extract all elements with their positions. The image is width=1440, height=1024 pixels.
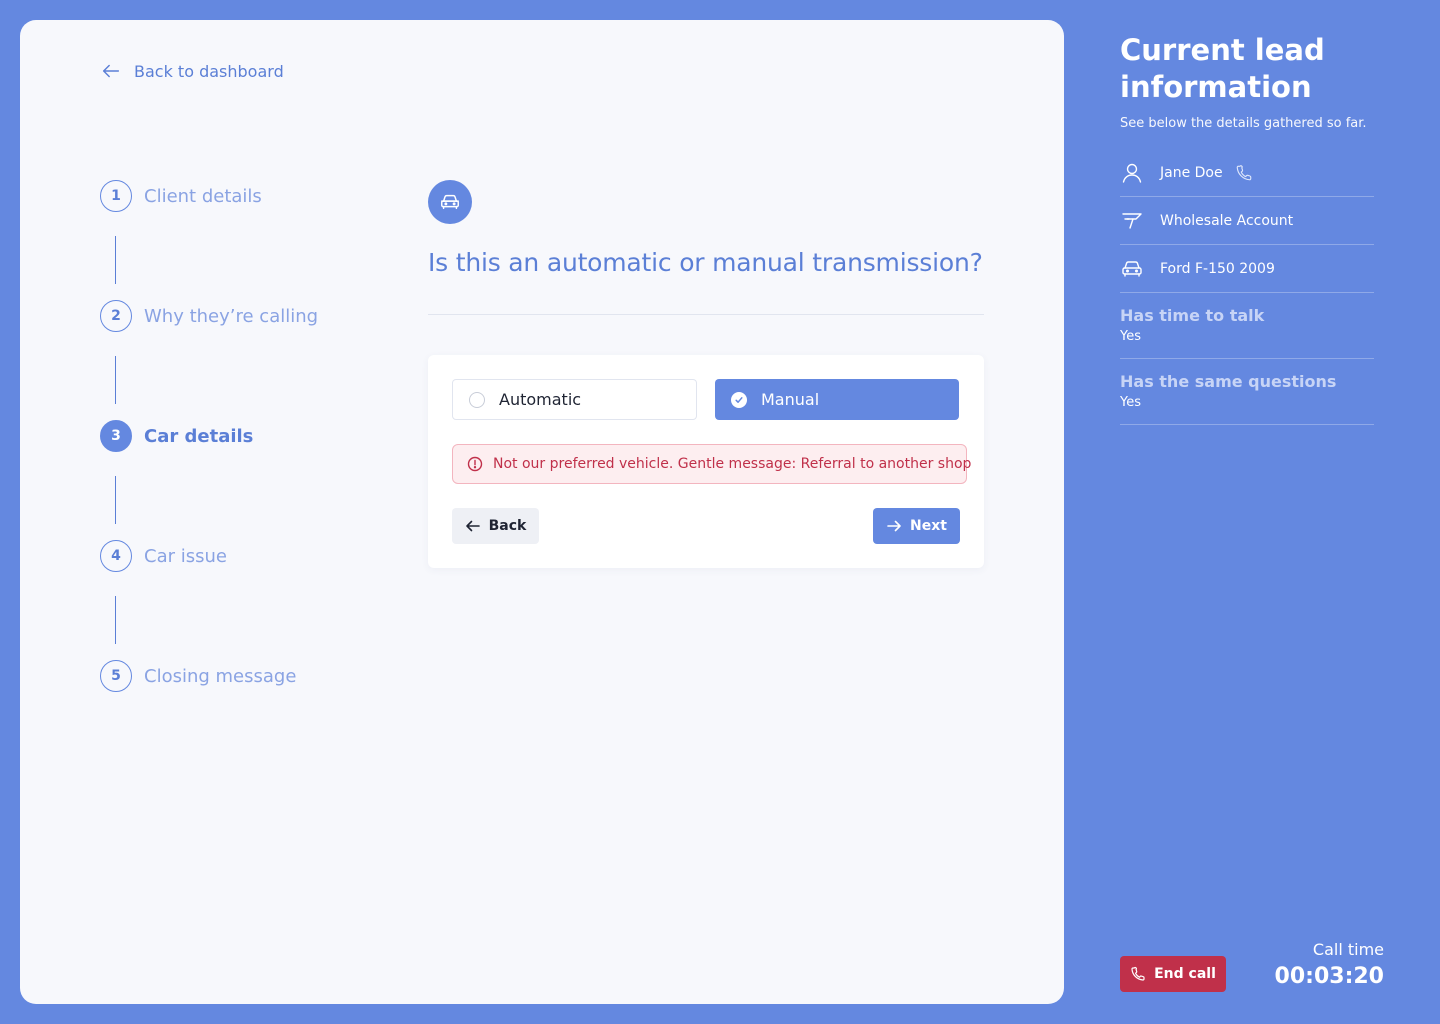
tag-icon xyxy=(1122,212,1142,229)
arrow-left-icon xyxy=(465,520,480,532)
option-automatic[interactable]: Automatic xyxy=(452,379,697,420)
next-button[interactable]: Next xyxy=(873,508,960,544)
vehicle: Ford F-150 2009 xyxy=(1160,260,1275,277)
lead-info-list: Jane Doe Wholesale Account Ford F-150 20… xyxy=(1120,149,1374,425)
lead-question: Has time to talk xyxy=(1120,306,1265,325)
back-to-dashboard-link[interactable]: Back to dashboard xyxy=(100,60,284,82)
account-type: Wholesale Account xyxy=(1160,212,1294,229)
back-button[interactable]: Back xyxy=(452,508,539,544)
phone-icon[interactable] xyxy=(1235,164,1253,182)
step-number: 4 xyxy=(100,540,132,572)
lead-info-sidebar: Current lead information See below the d… xyxy=(1120,32,1374,425)
step-connector xyxy=(115,356,116,404)
back-to-dashboard-label: Back to dashboard xyxy=(134,61,284,81)
alert-circle-icon xyxy=(467,456,483,472)
referral-alert: Not our preferred vehicle. Gentle messag… xyxy=(452,444,971,484)
step-label: Car issue xyxy=(144,545,227,567)
option-label: Manual xyxy=(761,390,820,409)
lead-contact-row: Jane Doe xyxy=(1120,149,1374,197)
step-car-details[interactable]: 3 Car details xyxy=(100,420,253,452)
option-manual[interactable]: Manual xyxy=(715,379,959,420)
step-client-details[interactable]: 1 Client details xyxy=(100,180,262,212)
back-button-label: Back xyxy=(488,518,527,534)
step-why-calling[interactable]: 2 Why they’re calling xyxy=(100,300,318,332)
lead-question: Has the same questions xyxy=(1120,372,1337,391)
question-title: Is this an automatic or manual transmiss… xyxy=(428,248,983,277)
radio-unchecked-icon xyxy=(469,391,485,408)
contact-name: Jane Doe xyxy=(1160,164,1223,181)
step-label: Client details xyxy=(144,185,262,207)
call-time-label: Call time xyxy=(1312,940,1384,959)
divider xyxy=(428,314,984,315)
sidebar-subtitle: See below the details gathered so far. xyxy=(1120,116,1367,131)
step-number: 5 xyxy=(100,660,132,692)
step-closing-message[interactable]: 5 Closing message xyxy=(100,660,296,692)
step-number: 1 xyxy=(100,180,132,212)
car-badge xyxy=(428,180,472,224)
step-connector xyxy=(115,476,116,524)
step-label: Closing message xyxy=(144,665,297,687)
alert-text: Not our preferred vehicle. Gentle messag… xyxy=(493,456,972,472)
lead-answer-row: Has the same questions Yes xyxy=(1120,359,1374,425)
step-number: 2 xyxy=(100,300,132,332)
lead-answer-row: Has time to talk Yes xyxy=(1120,293,1374,359)
main-card: Back to dashboard 1 Client details 2 Why… xyxy=(20,20,1064,1004)
lead-answer: Yes xyxy=(1120,395,1141,410)
step-number: 3 xyxy=(100,420,132,452)
lead-vehicle-row: Ford F-150 2009 xyxy=(1120,245,1374,293)
step-connector xyxy=(115,236,116,284)
end-call-button[interactable]: End call xyxy=(1120,956,1226,992)
step-label: Car details xyxy=(144,425,254,447)
lead-answer: Yes xyxy=(1120,329,1141,344)
step-car-issue[interactable]: 4 Car issue xyxy=(100,540,227,572)
end-call-label: End call xyxy=(1154,966,1216,982)
next-button-label: Next xyxy=(910,518,947,534)
lead-account-row: Wholesale Account xyxy=(1120,197,1374,245)
user-icon xyxy=(1122,163,1142,183)
sidebar-title: Current lead information xyxy=(1120,33,1325,104)
car-icon xyxy=(1122,260,1142,277)
call-time-value: 00:03:20 xyxy=(1274,964,1384,989)
step-label: Why they’re calling xyxy=(144,305,319,327)
car-icon xyxy=(441,194,459,210)
phone-icon xyxy=(1131,967,1145,981)
option-label: Automatic xyxy=(499,390,582,409)
arrow-left-icon xyxy=(102,64,120,78)
radio-checked-icon xyxy=(731,391,747,408)
answer-card: Automatic Manual Not our preferred vehic… xyxy=(428,355,984,568)
arrow-right-icon xyxy=(887,520,901,532)
step-connector xyxy=(115,596,116,644)
